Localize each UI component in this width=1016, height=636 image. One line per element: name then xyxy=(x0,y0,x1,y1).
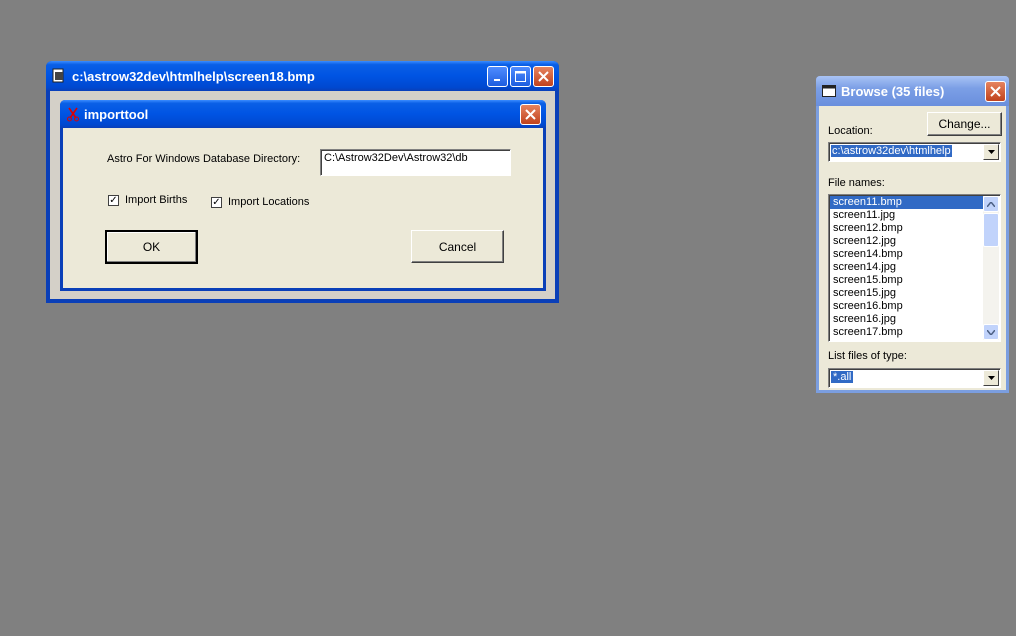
scroll-down-button[interactable] xyxy=(983,324,999,340)
file-list-item[interactable]: screen12.jpg xyxy=(830,235,983,248)
close-icon xyxy=(538,71,549,82)
file-list-item[interactable]: screen17.bmp xyxy=(830,326,983,339)
import-births-label: Import Births xyxy=(125,194,188,206)
scissors-icon xyxy=(66,106,80,122)
chevron-up-icon xyxy=(987,201,995,207)
file-list-item[interactable]: screen15.jpg xyxy=(830,287,983,300)
chevron-down-icon xyxy=(987,150,995,154)
location-value: c:\astrow32dev\htmlhelp xyxy=(831,145,952,157)
maximize-icon xyxy=(515,71,526,82)
import-births-checkbox[interactable]: ✓ xyxy=(108,195,119,206)
import-locations-checkbox[interactable]: ✓ xyxy=(211,197,222,208)
filetype-dropdown-arrow[interactable] xyxy=(983,370,999,386)
dialog-close-button[interactable] xyxy=(520,104,541,125)
close-icon xyxy=(990,86,1001,97)
scroll-up-button[interactable] xyxy=(983,196,999,212)
importtool-titlebar[interactable]: importtool xyxy=(60,100,546,128)
filetype-value: *.all xyxy=(831,371,854,383)
browse-close-button[interactable] xyxy=(985,81,1006,102)
close-icon xyxy=(525,109,536,120)
image-window-titlebar[interactable]: c:\astrow32dev\htmlhelp\screen18.bmp xyxy=(46,61,559,91)
file-list-scrollbar[interactable] xyxy=(983,196,999,340)
location-combo[interactable]: c:\astrow32dev\htmlhelp xyxy=(828,142,1001,162)
cancel-button-label: Cancel xyxy=(438,239,477,254)
file-list-item[interactable]: screen16.jpg xyxy=(830,313,983,326)
filenames-label: File names: xyxy=(828,177,885,189)
app-icon xyxy=(52,68,66,84)
file-list-item[interactable]: screen11.bmp xyxy=(830,196,983,209)
minimize-button[interactable] xyxy=(487,66,508,87)
importtool-body: Astro For Windows Database Directory: C:… xyxy=(63,128,543,288)
db-directory-value: C:\Astrow32Dev\Astrow32\db xyxy=(324,152,468,164)
file-list[interactable]: screen11.bmp screen11.jpg screen12.bmp scre… xyxy=(828,194,1001,342)
browse-body: Location: Change... c:\astrow32dev\htmlh… xyxy=(819,106,1006,390)
db-directory-label: Astro For Windows Database Directory: xyxy=(107,153,301,165)
browse-title: Browse (35 files) xyxy=(841,83,945,99)
change-button-label: Change... xyxy=(938,117,991,131)
importtool-title: importtool xyxy=(84,106,149,122)
browse-window: Browse (35 files) Location: Change... c:… xyxy=(816,76,1009,393)
scroll-thumb[interactable] xyxy=(983,213,999,247)
maximize-button[interactable] xyxy=(510,66,531,87)
file-list-item[interactable]: screen14.jpg xyxy=(830,261,983,274)
import-locations-label: Import Locations xyxy=(228,196,310,208)
cancel-button[interactable]: Cancel xyxy=(411,230,504,263)
image-window-title: c:\astrow32dev\htmlhelp\screen18.bmp xyxy=(72,68,315,84)
location-dropdown-arrow[interactable] xyxy=(983,144,999,160)
file-list-item[interactable]: screen12.bmp xyxy=(830,222,983,235)
file-list-item[interactable]: screen14.bmp xyxy=(830,248,983,261)
file-list-item[interactable]: screen11.jpg xyxy=(830,209,983,222)
chevron-down-icon xyxy=(987,329,995,335)
change-button[interactable]: Change... xyxy=(927,112,1002,136)
window-icon xyxy=(822,85,836,97)
file-list-item[interactable]: screen16.bmp xyxy=(830,300,983,313)
location-label: Location: xyxy=(828,125,873,137)
importtool-dialog: importtool Astro For Windows Database Di… xyxy=(60,100,546,291)
file-list-items: screen11.bmp screen11.jpg screen12.bmp scre… xyxy=(830,196,983,339)
minimize-icon xyxy=(493,78,500,81)
file-list-item[interactable]: screen15.bmp xyxy=(830,274,983,287)
filetype-label: List files of type: xyxy=(828,350,907,362)
filetype-combo[interactable]: *.all xyxy=(828,368,1001,388)
ok-button-label: OK xyxy=(142,240,161,254)
browse-titlebar[interactable]: Browse (35 files) xyxy=(816,76,1009,106)
chevron-down-icon xyxy=(987,376,995,380)
ok-button[interactable]: OK xyxy=(105,230,198,264)
close-button[interactable] xyxy=(533,66,554,87)
db-directory-field[interactable]: C:\Astrow32Dev\Astrow32\db xyxy=(320,149,511,176)
